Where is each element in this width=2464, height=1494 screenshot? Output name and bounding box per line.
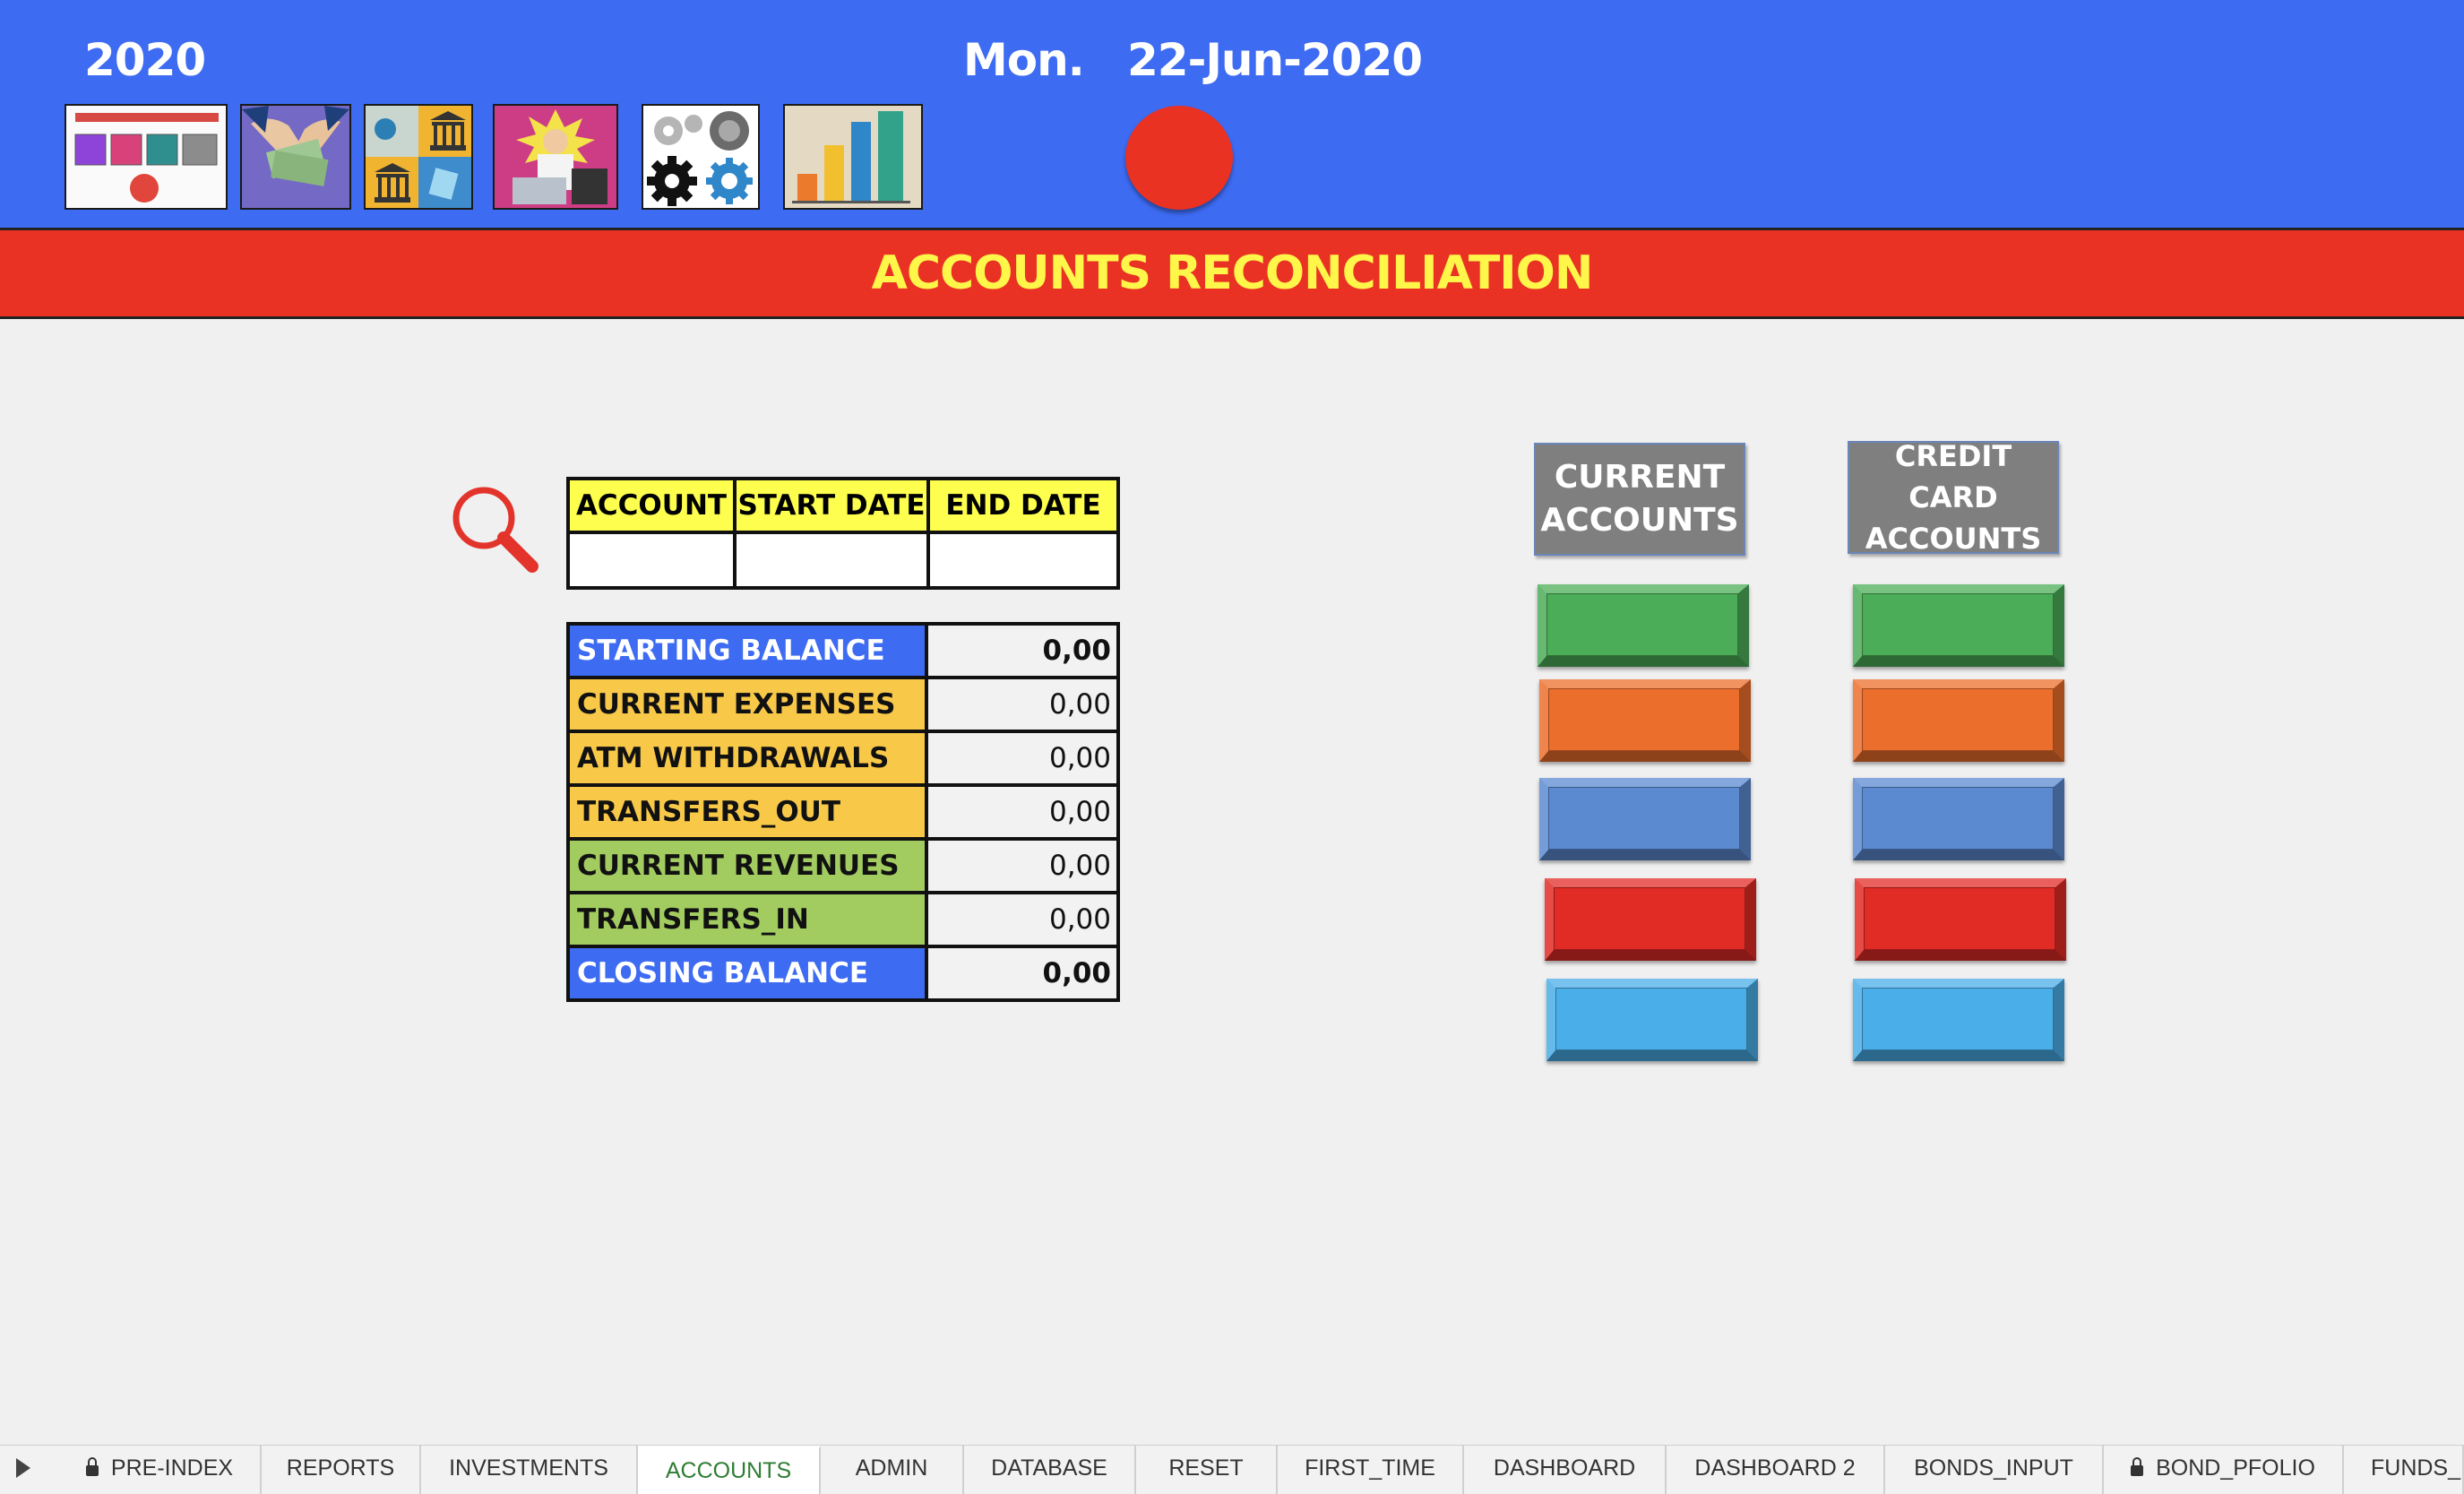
tab-label: BONDS_INPUT	[1914, 1455, 2073, 1481]
tab-label: DASHBOARD 2	[1694, 1455, 1856, 1481]
weekday-label: Mon.	[963, 34, 1085, 86]
balance-value: 0,00	[925, 730, 1120, 787]
tab-label: BOND_PFOLIO	[2156, 1455, 2315, 1481]
tab-label: PRE-INDEX	[110, 1455, 234, 1481]
sheet-tab-bar: PRE-INDEX REPORTS INVESTMENTS ACCOUNTS ADMIN…	[0, 1445, 2464, 1494]
tab-label: DASHBOARD	[1493, 1455, 1636, 1481]
balance-label: CLOSING BALANCE	[566, 945, 928, 1002]
tab-bonds-input[interactable]: BONDS_INPUT	[1885, 1446, 2104, 1494]
play-icon[interactable]	[16, 1458, 30, 1478]
tab-funds-i[interactable]: FUNDS_I	[2344, 1446, 2464, 1494]
tab-database[interactable]: DATABASE	[964, 1446, 1136, 1494]
lock-icon	[2131, 1457, 2144, 1476]
tab-label: INVESTMENTS	[449, 1455, 608, 1481]
start-date-header: START DATE	[733, 477, 930, 534]
tab-first-time[interactable]: FIRST_TIME	[1278, 1446, 1464, 1494]
money-icon[interactable]	[240, 104, 351, 210]
balance-row: STARTING BALANCE 0,00	[566, 622, 1120, 679]
current-account-button-3[interactable]	[1539, 778, 1751, 860]
balance-value: 0,00	[925, 945, 1120, 1002]
date-label: 22-Jun-2020	[1127, 34, 1423, 86]
search-icon[interactable]	[448, 482, 541, 575]
tab-label: DATABASE	[991, 1455, 1107, 1481]
account-input[interactable]	[566, 531, 737, 590]
page-title: ACCOUNTS RECONCILIATION	[871, 246, 1594, 300]
tab-label: ADMIN	[855, 1455, 928, 1481]
credit-account-button-4[interactable]	[1855, 878, 2066, 961]
current-account-button-4[interactable]	[1545, 878, 1756, 961]
settings-icon[interactable]	[642, 104, 760, 210]
credit-card-line1: CREDIT CARD	[1894, 439, 2012, 514]
balance-row: TRANSFERS_IN 0,00	[566, 891, 1120, 948]
balance-row: CURRENT REVENUES 0,00	[566, 837, 1120, 894]
balance-label: CURRENT REVENUES	[566, 837, 928, 894]
year-label: 2020	[84, 34, 206, 86]
bar-chart-icon[interactable]	[783, 104, 923, 210]
tab-dashboard-2[interactable]: DASHBOARD 2	[1667, 1446, 1885, 1494]
tab-label: FIRST_TIME	[1305, 1455, 1435, 1481]
balance-value: 0,00	[925, 783, 1120, 841]
tab-accounts[interactable]: ACCOUNTS	[638, 1446, 821, 1494]
tab-label: REPORTS	[286, 1455, 395, 1481]
balance-label: CURRENT EXPENSES	[566, 676, 928, 733]
credit-account-button-2[interactable]	[1853, 679, 2064, 762]
balance-row: CURRENT EXPENSES 0,00	[566, 676, 1120, 733]
balance-label: STARTING BALANCE	[566, 622, 928, 679]
tab-investments[interactable]: INVESTMENTS	[421, 1446, 638, 1494]
tab-reports[interactable]: REPORTS	[262, 1446, 421, 1494]
tab-label: FUNDS_I	[2371, 1455, 2464, 1481]
balance-row: ATM WITHDRAWALS 0,00	[566, 730, 1120, 787]
balance-row: CLOSING BALANCE 0,00	[566, 945, 1120, 1002]
stress-icon[interactable]	[493, 104, 618, 210]
current-accounts-header: CURRENT ACCOUNTS	[1534, 443, 1745, 556]
tab-reset[interactable]: RESET	[1136, 1446, 1278, 1494]
balance-label: ATM WITHDRAWALS	[566, 730, 928, 787]
tab-label: RESET	[1168, 1455, 1244, 1481]
banks-icon[interactable]	[364, 104, 473, 210]
current-accounts-line1: CURRENT	[1554, 459, 1726, 496]
current-account-button-1[interactable]	[1538, 584, 1749, 667]
current-account-button-2[interactable]	[1539, 679, 1751, 762]
credit-card-accounts-header: CREDIT CARD ACCOUNTS	[1848, 439, 2059, 556]
balance-value: 0,00	[925, 676, 1120, 733]
status-indicator[interactable]	[1125, 106, 1233, 210]
balance-row: TRANSFERS_OUT 0,00	[566, 783, 1120, 841]
title-banner: ACCOUNTS RECONCILIATION	[0, 228, 2464, 319]
tab-pre-index[interactable]: PRE-INDEX	[59, 1446, 262, 1494]
tab-bond-pfolio[interactable]: BOND_PFOLIO	[2104, 1446, 2344, 1494]
lock-icon	[85, 1457, 99, 1476]
credit-account-button-5[interactable]	[1853, 979, 2064, 1061]
filter-table: ACCOUNT START DATE END DATE	[566, 477, 1120, 590]
account-header: ACCOUNT	[566, 477, 737, 534]
credit-card-line2: ACCOUNTS	[1865, 522, 2042, 556]
end-date-header: END DATE	[926, 477, 1120, 534]
end-date-input[interactable]	[926, 531, 1120, 590]
tab-label: ACCOUNTS	[665, 1458, 792, 1483]
current-account-button-5[interactable]	[1546, 979, 1758, 1061]
tab-admin[interactable]: ADMIN	[821, 1446, 964, 1494]
balance-label: TRANSFERS_OUT	[566, 783, 928, 841]
tab-dashboard[interactable]: DASHBOARD	[1464, 1446, 1667, 1494]
credit-account-button-3[interactable]	[1853, 778, 2064, 860]
balance-value: 0,00	[925, 837, 1120, 894]
dashboard-icon[interactable]	[65, 104, 228, 210]
header-bar: 2020 Mon. 22-Jun-2020	[0, 0, 2464, 228]
current-accounts-line2: ACCOUNTS	[1540, 502, 1739, 539]
balance-value: 0,00	[925, 891, 1120, 948]
credit-account-button-1[interactable]	[1853, 584, 2064, 667]
start-date-input[interactable]	[733, 531, 930, 590]
balance-value: 0,00	[925, 622, 1120, 679]
balance-table: STARTING BALANCE 0,00 CURRENT EXPENSES 0,00…	[566, 622, 1120, 1002]
balance-label: TRANSFERS_IN	[566, 891, 928, 948]
